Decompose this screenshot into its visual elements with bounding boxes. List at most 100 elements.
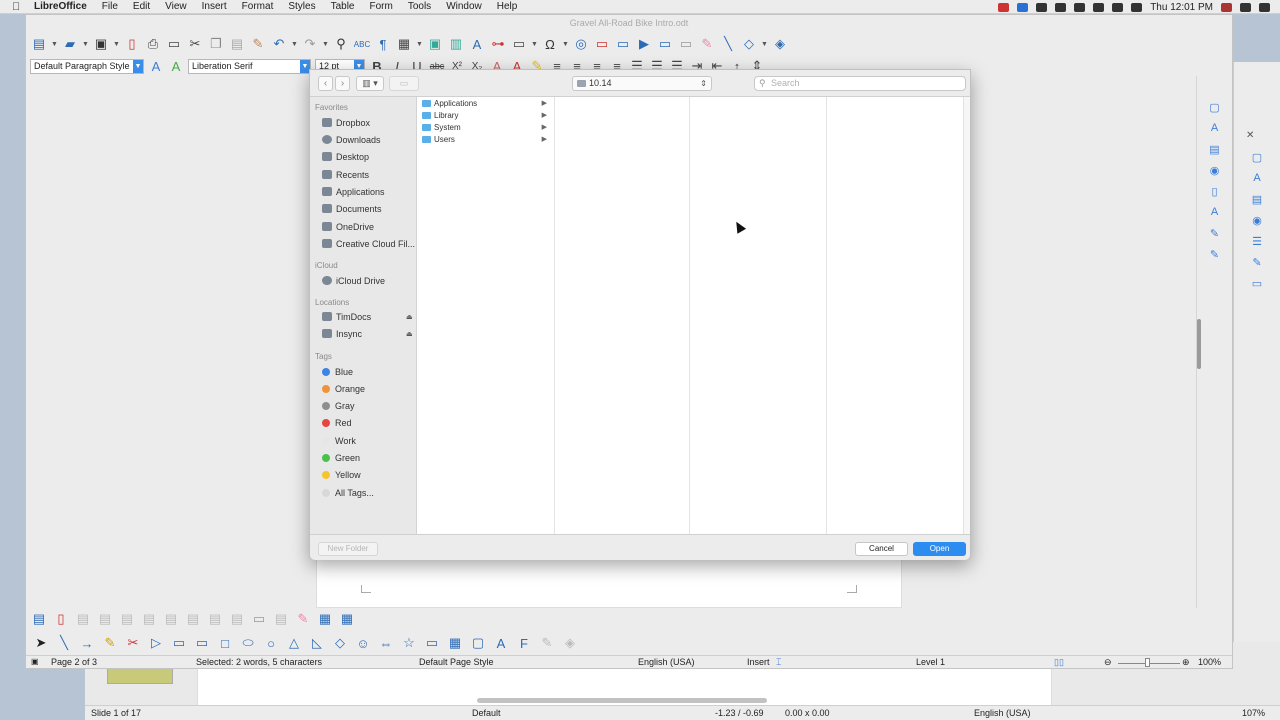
paragraph-style-select[interactable]: Default Paragraph Style ▼ [30,58,144,74]
browser-column[interactable] [690,97,827,534]
page-style[interactable]: Default Page Style [419,657,494,667]
folder-row-library[interactable]: Library ▶ [421,110,549,122]
menu-app[interactable]: LibreOffice [34,1,87,12]
chevron-down-icon[interactable]: ▼ [113,35,120,53]
open-icon[interactable]: ▰ [61,35,79,53]
menu-styles[interactable]: Styles [288,1,315,12]
comment-icon[interactable]: ▭ [250,610,268,628]
close-icon[interactable]: ✕ [1246,130,1254,141]
bg-language[interactable]: English (USA) [974,708,1031,718]
sidebar-item-downloads[interactable]: Downloads [322,132,381,147]
search-input[interactable]: ⚲ Search [754,76,966,91]
sidebar-item-onedrive[interactable]: OneDrive [322,219,374,234]
cross-reference-icon[interactable]: ▭ [656,35,674,53]
clock[interactable]: Thu 12:01 PM [1150,2,1213,13]
block-arrows-icon[interactable]: ⇔ [377,636,395,651]
sync-icon[interactable] [1036,2,1048,12]
bookmark-icon[interactable]: ▶ [635,35,653,53]
browser-column[interactable]: Applications ▶ Library ▶ System ▶ Users ▶ [417,97,555,534]
textbox-icon[interactable]: A [468,35,486,53]
track-changes-icon[interactable]: ✎ [698,35,716,53]
new-style-icon[interactable]: A [168,59,184,74]
chevron-down-icon[interactable]: ▼ [416,35,423,53]
hyperlink-icon[interactable]: ◎ [572,35,590,53]
rectangle-icon[interactable]: ▭ [170,635,188,651]
chevron-down-icon[interactable]: ▼ [133,59,143,73]
navigator-icon[interactable]: ◉ [1249,214,1265,230]
cancel-button[interactable]: Cancel [855,542,908,556]
triangle-icon[interactable]: △ [285,635,303,651]
sidebar-tag-item[interactable]: All Tags... [322,485,374,500]
styles-icon[interactable]: A [1207,122,1223,138]
single-page-view-icon[interactable]: ▯▯ [1054,657,1064,668]
design-icon[interactable]: ▭ [1249,277,1265,293]
sidebar-item-recents[interactable]: Recents [322,167,369,182]
symbol-shapes-icon[interactable]: ☺ [354,636,372,651]
formatting-marks-icon[interactable]: ¶ [374,35,392,53]
style-inspector-icon[interactable]: A [1207,206,1223,222]
page-count[interactable]: Page 2 of 3 [51,657,97,667]
copy-icon[interactable]: ❐ [207,35,225,53]
show-changes-icon[interactable]: ▯ [52,610,70,628]
browser-column[interactable] [827,97,964,534]
select-icon[interactable]: ➤ [32,635,50,651]
image-icon[interactable]: ▣ [426,35,444,53]
styles-icon[interactable]: A [1249,172,1265,188]
endnote-icon[interactable]: ▭ [614,35,632,53]
browser-column[interactable] [555,97,690,534]
menu-list-icon[interactable] [1259,2,1270,12]
record-icon[interactable] [998,2,1010,12]
eject-icon[interactable]: ⏏ [406,330,413,338]
folder-row-applications[interactable]: Applications ▶ [421,98,549,110]
undo-icon[interactable]: ↶ [270,35,288,53]
curve-icon[interactable]: ✎ [101,635,119,651]
sidebar-item-documents[interactable]: Documents [322,201,382,216]
spelling-icon[interactable]: ABC [353,35,371,53]
view-mode-button[interactable]: ▥ ▾ [356,76,384,91]
previous-change-icon[interactable]: ▤ [74,610,92,628]
sidebar-tag-item[interactable]: Gray [322,399,355,414]
toggle-extrusion-icon[interactable]: ◈ [561,635,579,651]
protect-icon[interactable]: ▤ [272,610,290,628]
chart-icon[interactable]: ▥ [447,35,465,53]
vertical-scrollbar[interactable] [1197,319,1201,369]
rounded-rectangle-icon[interactable]: ▭ [193,635,211,651]
page-icon[interactable]: ▯ [1207,185,1223,201]
flag-icon[interactable] [1221,2,1232,12]
properties-icon[interactable]: ▢ [1249,151,1265,167]
save-icon[interactable]: ▣ [92,35,110,53]
insert-mode[interactable]: Insert [747,657,770,667]
eject-icon[interactable]: ⏏ [406,313,413,321]
next-change-icon[interactable]: ▤ [96,610,114,628]
footnote-icon[interactable]: ▭ [593,35,611,53]
navigator-icon[interactable]: ◉ [1207,164,1223,180]
draw-functions-icon[interactable]: ◈ [771,35,789,53]
arrow-icon[interactable]: → [78,636,96,651]
folder-row-system[interactable]: System ▶ [421,122,549,134]
chevron-down-icon[interactable]: ▼ [82,35,89,53]
compare-document-icon[interactable]: ▤ [228,610,246,628]
menu-edit[interactable]: Edit [133,1,150,12]
menu-window[interactable]: Window [446,1,482,12]
search-icon[interactable] [1240,2,1251,12]
reject-change-icon[interactable]: ▤ [140,610,158,628]
merge-document-icon[interactable]: ▦ [316,610,334,628]
field-icon[interactable]: ▭ [510,35,528,53]
accept-change-icon[interactable]: ▤ [118,610,136,628]
sidebar-item-timdocs[interactable]: TimDocs [322,309,371,324]
zoom-out-icon[interactable]: ⊖ [1104,657,1112,668]
page-icon[interactable]: ☰ [1249,235,1265,251]
menu-format[interactable]: Format [242,1,274,12]
print-preview-icon[interactable]: ▭ [165,35,183,53]
forward-button[interactable]: › [335,76,350,91]
new-icon[interactable]: ▤ [30,35,48,53]
open-button[interactable]: Open [913,542,966,556]
manage-changes-icon[interactable]: ✎ [1249,256,1265,272]
word-count[interactable]: Selected: 2 words, 5 characters [196,657,322,667]
track-changes-icon[interactable]: ▤ [30,610,48,628]
text-language[interactable]: English (USA) [638,657,695,667]
dropbox-icon[interactable] [1017,2,1029,12]
apple-icon[interactable]:  [12,1,24,13]
airplay-icon[interactable] [1074,2,1086,12]
sidebar-tag-item[interactable]: Work [322,433,356,448]
